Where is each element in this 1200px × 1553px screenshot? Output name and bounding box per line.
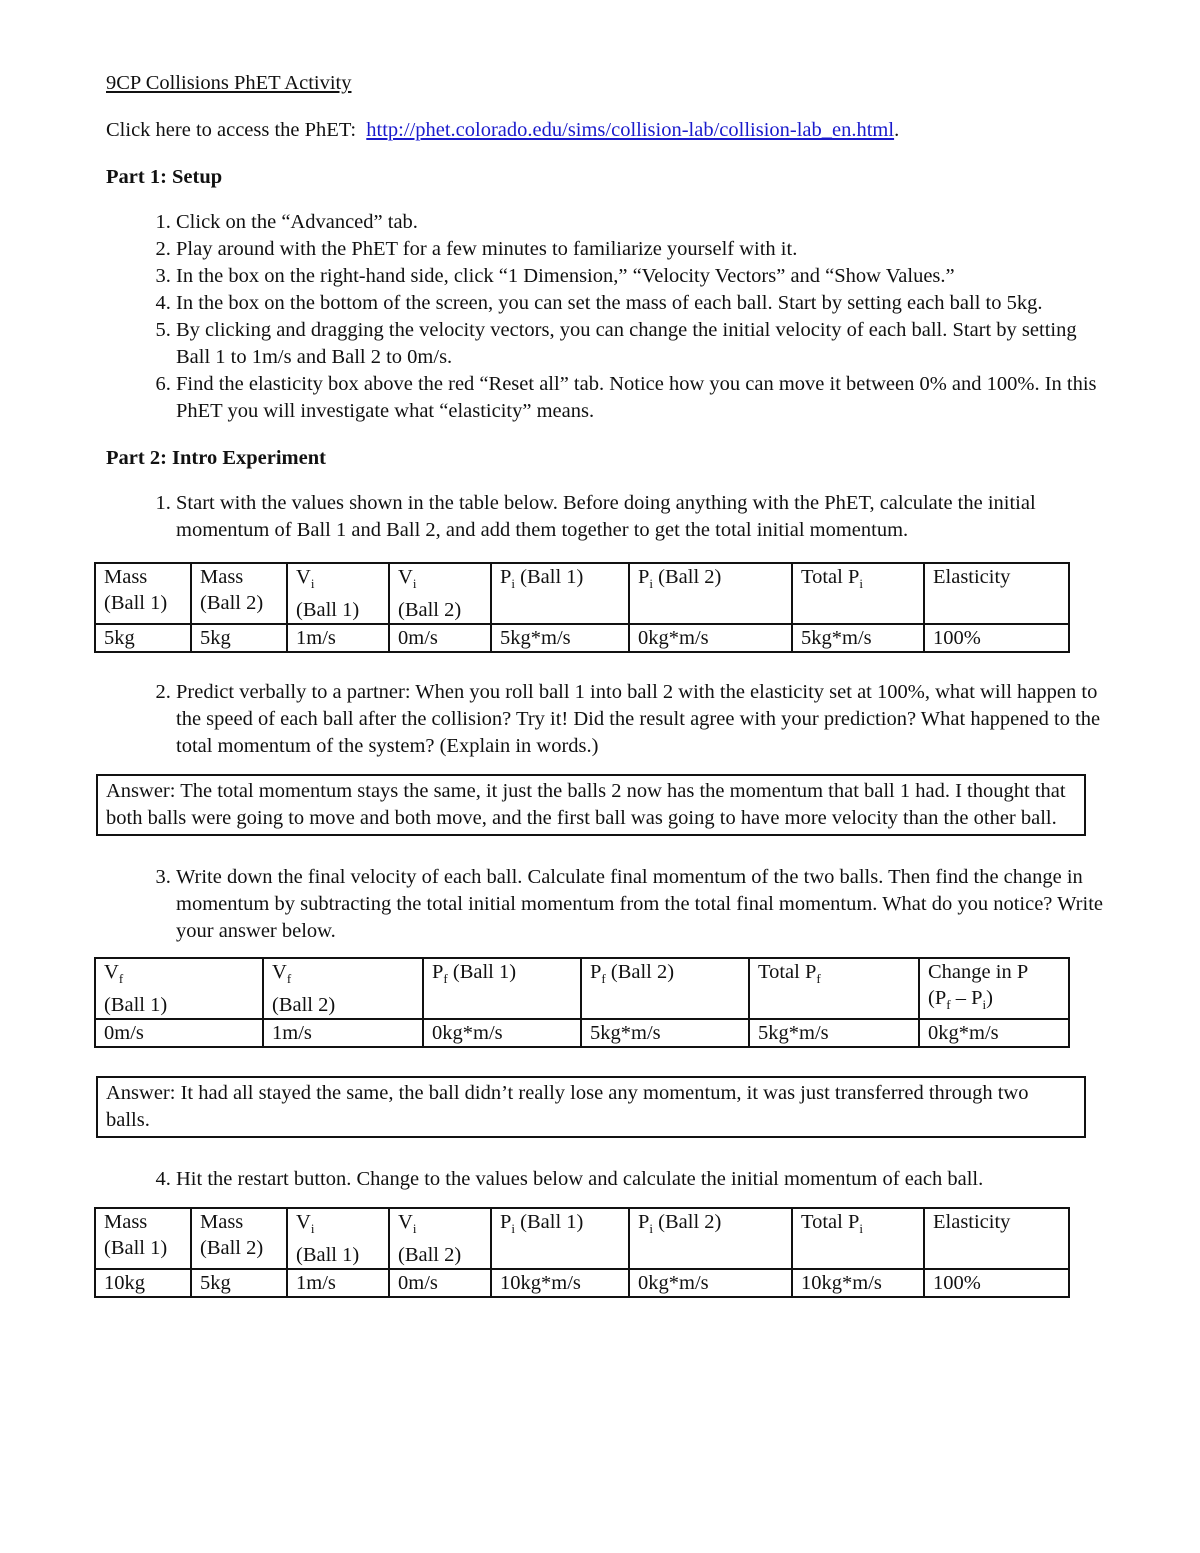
table-cell: 5kg*m/s xyxy=(791,623,925,654)
list-item: In the box on the right-hand side, click… xyxy=(176,263,1106,290)
table-header-cell: Pi (Ball 2) xyxy=(628,561,793,626)
table-cell: 10kg*m/s xyxy=(490,1268,630,1299)
table-row: 10kg 5kg 1m/s 0m/s 10kg*m/s 0kg*m/s 10kg… xyxy=(94,1268,1070,1299)
table-cell: 100% xyxy=(923,1268,1070,1299)
table-header-row: Mass (Ball 1) Mass (Ball 2) Vi (Ball 1) Vi(… xyxy=(94,1207,1070,1271)
document-page: 9CP Collisions PhET Activity Click here … xyxy=(94,72,1106,1299)
final-table: Vf (Ball 1) Vf (Ball 2) Pf (Ball 1) Pf (Ba… xyxy=(94,957,1070,1049)
table-header-cell: Pi (Ball 1) xyxy=(490,1207,630,1271)
table-cell: 0kg*m/s xyxy=(422,1018,582,1049)
answer-box-2[interactable]: Answer: The total momentum stays the sam… xyxy=(96,774,1086,837)
table-header-cell: Total Pi xyxy=(791,1207,925,1271)
part2-q2-list: Predict verbally to a partner: When you … xyxy=(106,679,1106,760)
table-header-cell: Pf (Ball 2) xyxy=(580,957,750,1021)
table-cell: 0m/s xyxy=(388,623,492,654)
table-header-row: Mass (Ball 1) Mass (Ball 2) Vi (Ball 1) Vi(… xyxy=(94,561,1070,626)
table-header-cell: Elasticity xyxy=(923,1207,1070,1271)
link-line: Click here to access the PhET: http://ph… xyxy=(106,119,1106,142)
list-item: Write down the final velocity of each ba… xyxy=(176,864,1106,945)
table-cell: 1m/s xyxy=(286,623,390,654)
table-header-cell: Change in P (Pf – Pi) xyxy=(918,957,1070,1021)
part2-q1-list: Start with the values shown in the table… xyxy=(106,490,1106,544)
table-header-cell: Total Pf xyxy=(748,957,920,1021)
part1-list: Click on the “Advanced” tab. Play around… xyxy=(106,209,1106,425)
part1-heading: Part 1: Setup xyxy=(106,166,223,188)
table-cell: 5kg xyxy=(94,623,192,654)
link-prefix: Click here to access the PhET: xyxy=(106,119,357,141)
list-item: Find the elasticity box above the red “R… xyxy=(176,371,1106,425)
table-header-cell: Pi (Ball 1) xyxy=(490,561,630,626)
initial-table-2: Mass (Ball 1) Mass (Ball 2) Vi (Ball 1) Vi(… xyxy=(94,1207,1070,1299)
part2-q3-list: Write down the final velocity of each ba… xyxy=(106,864,1106,945)
document-title: 9CP Collisions PhET Activity xyxy=(106,72,352,94)
table-cell: 1m/s xyxy=(262,1018,424,1049)
answer-box-3[interactable]: Answer: It had all stayed the same, the … xyxy=(96,1076,1086,1139)
list-item: In the box on the bottom of the screen, … xyxy=(176,290,1106,317)
list-item: Start with the values shown in the table… xyxy=(176,490,1106,544)
table-cell: 100% xyxy=(923,623,1070,654)
table-header-cell: Mass (Ball 2) xyxy=(190,561,288,626)
table-header-cell: Vi (Ball 2) xyxy=(388,1207,492,1271)
table-header-cell: Pi (Ball 2) xyxy=(628,1207,793,1271)
table-header-cell: Mass (Ball 1) xyxy=(94,1207,192,1271)
table-header-cell: Mass (Ball 2) xyxy=(190,1207,288,1271)
initial-table-1: Mass (Ball 1) Mass (Ball 2) Vi (Ball 1) Vi(… xyxy=(94,561,1070,654)
table-cell: 0m/s xyxy=(388,1268,492,1299)
list-item: Hit the restart button. Change to the va… xyxy=(176,1166,1106,1193)
table-cell: 5kg*m/s xyxy=(490,623,630,654)
table-cell: 0m/s xyxy=(94,1018,264,1049)
list-item: Predict verbally to a partner: When you … xyxy=(176,679,1106,760)
link-suffix: . xyxy=(894,119,900,141)
table-cell: 0kg*m/s xyxy=(918,1018,1070,1049)
table-header-cell: Vi (Ball 1) xyxy=(286,561,390,626)
table-cell: 5kg xyxy=(190,1268,288,1299)
table-cell: 5kg*m/s xyxy=(748,1018,920,1049)
table-header-cell: Vi (Ball 1) xyxy=(286,1207,390,1271)
table-cell: 5kg*m/s xyxy=(580,1018,750,1049)
list-item: By clicking and dragging the velocity ve… xyxy=(176,317,1106,371)
table-cell: 0kg*m/s xyxy=(628,623,793,654)
part2-heading: Part 2: Intro Experiment xyxy=(106,447,326,469)
table-header-row: Vf (Ball 1) Vf (Ball 2) Pf (Ball 1) Pf (Ba… xyxy=(94,957,1070,1021)
table-row: 0m/s 1m/s 0kg*m/s 5kg*m/s 5kg*m/s 0kg*m/… xyxy=(94,1018,1070,1049)
table-cell: 5kg xyxy=(190,623,288,654)
table-header-cell: Mass (Ball 1) xyxy=(94,561,192,626)
table-cell: 10kg*m/s xyxy=(791,1268,925,1299)
table-row: 5kg 5kg 1m/s 0m/s 5kg*m/s 0kg*m/s 5kg*m/… xyxy=(94,623,1070,654)
table-cell: 10kg xyxy=(94,1268,192,1299)
table-header-cell: Total Pi xyxy=(791,561,925,626)
part2-q4-list: Hit the restart button. Change to the va… xyxy=(106,1166,1106,1193)
list-item: Click on the “Advanced” tab. xyxy=(176,209,1106,236)
phet-link[interactable]: http://phet.colorado.edu/sims/collision-… xyxy=(366,119,894,141)
table-header-cell: Elasticity xyxy=(923,561,1070,626)
table-header-cell: Vf (Ball 1) xyxy=(94,957,264,1021)
table-header-cell: Vf (Ball 2) xyxy=(262,957,424,1021)
table-header-cell: Pf (Ball 1) xyxy=(422,957,582,1021)
list-item: Play around with the PhET for a few minu… xyxy=(176,236,1106,263)
table-cell: 1m/s xyxy=(286,1268,390,1299)
table-cell: 0kg*m/s xyxy=(628,1268,793,1299)
table-header-cell: Vi (Ball 2) xyxy=(388,561,492,626)
